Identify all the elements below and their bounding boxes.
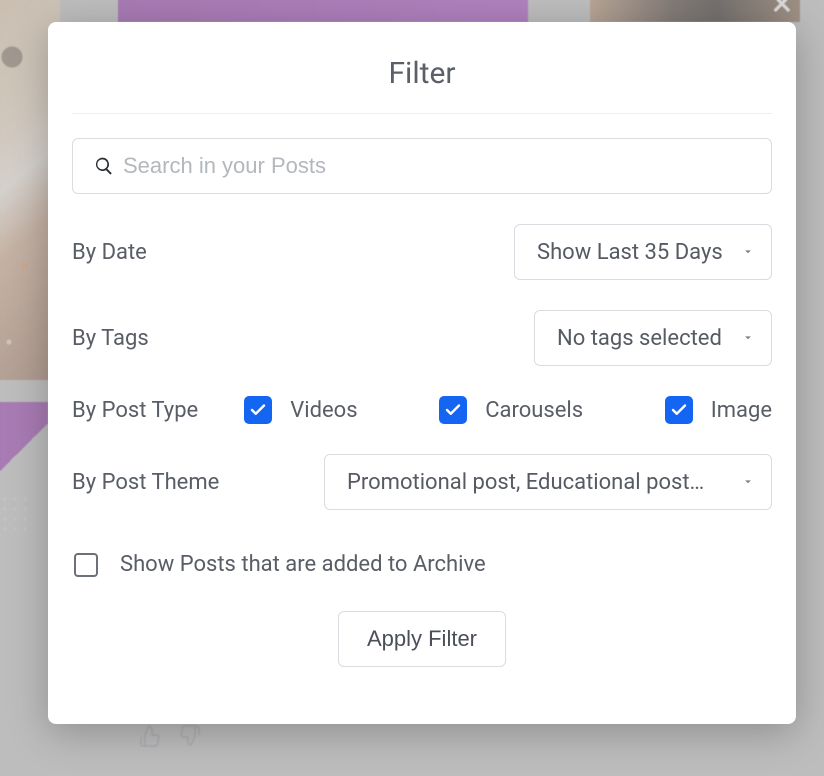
by-posttype-label: By Post Type [72,398,198,423]
posttype-videos: Videos [244,396,357,424]
chevron-down-icon [741,326,755,351]
date-select-value: Show Last 35 Days [537,240,723,265]
posttype-carousels: Carousels [439,396,583,424]
modal-title: Filter [72,56,772,113]
check-icon [670,401,688,419]
archive-label: Show Posts that are added to Archive [120,552,486,577]
tags-select[interactable]: No tags selected [534,310,772,366]
posttype-image: Image [665,396,772,424]
by-posttheme-label: By Post Theme [72,470,219,495]
checkbox-image-label: Image [711,398,772,423]
checkbox-videos-label: Videos [290,398,357,423]
by-tags-label: By Tags [72,326,149,351]
search-field-wrapper [72,138,772,194]
chevron-down-icon [741,240,755,265]
date-select[interactable]: Show Last 35 Days [514,224,772,280]
filter-modal: Filter By Date Show Last 35 Days By Tags… [48,22,796,724]
by-date-label: By Date [72,240,147,265]
checkbox-carousels[interactable] [439,396,467,424]
by-posttype-row: By Post Type Videos Carousels Image [72,396,772,424]
search-icon [94,156,114,176]
divider [72,113,772,114]
search-input[interactable] [72,138,772,194]
checkbox-archive[interactable] [74,553,98,577]
tags-select-value: No tags selected [557,326,722,351]
by-posttheme-row: By Post Theme Promotional post, Educatio… [72,454,772,510]
by-tags-row: By Tags No tags selected [72,310,772,366]
checkbox-videos[interactable] [244,396,272,424]
check-icon [444,401,462,419]
check-icon [249,401,267,419]
archive-row: Show Posts that are added to Archive [72,552,772,577]
checkbox-carousels-label: Carousels [485,398,583,423]
apply-filter-button[interactable]: Apply Filter [338,611,506,667]
by-date-row: By Date Show Last 35 Days [72,224,772,280]
posttheme-select[interactable]: Promotional post, Educational post,… [324,454,772,510]
checkbox-image[interactable] [665,396,693,424]
chevron-down-icon [741,470,755,495]
posttheme-select-value: Promotional post, Educational post,… [347,470,707,495]
